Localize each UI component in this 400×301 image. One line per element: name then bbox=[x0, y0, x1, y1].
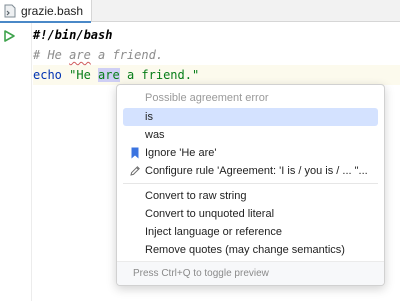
comment-text-rest: a friend. bbox=[90, 48, 164, 62]
suggestion-is[interactable]: is bbox=[123, 108, 378, 126]
configure-rule-label: Configure rule 'Agreement: 'I is / you i… bbox=[145, 165, 368, 177]
suggestion-was[interactable]: was bbox=[123, 126, 378, 144]
selected-error-word[interactable]: are bbox=[98, 68, 120, 82]
action-inject-language[interactable]: Inject language or reference bbox=[123, 223, 378, 241]
configure-rule-item[interactable]: Configure rule 'Agreement: 'I is / you i… bbox=[123, 162, 378, 180]
comment-text: # He bbox=[33, 48, 70, 62]
echo-keyword: echo bbox=[33, 68, 62, 82]
file-icon bbox=[4, 4, 16, 18]
ignore-rule-label: Ignore 'He are' bbox=[145, 147, 217, 159]
run-icon[interactable] bbox=[2, 29, 16, 43]
tab-grazie-bash[interactable]: grazie.bash bbox=[0, 0, 93, 23]
popup-footer-hint: Press Ctrl+Q to toggle preview bbox=[133, 268, 269, 279]
code-line-shebang: #!/bin/bash bbox=[33, 28, 113, 42]
popup-separator bbox=[123, 183, 378, 184]
string-end: a friend." bbox=[119, 68, 200, 82]
intention-actions-popup: Possible agreement error is was Ignore '… bbox=[116, 84, 385, 286]
action-convert-raw-string[interactable]: Convert to raw string bbox=[123, 187, 378, 205]
popup-header: Possible agreement error bbox=[145, 92, 269, 104]
bookmark-icon bbox=[131, 147, 139, 159]
action-remove-quotes[interactable]: Remove quotes (may change semantics) bbox=[123, 241, 378, 259]
action-convert-unquoted-literal[interactable]: Convert to unquoted literal bbox=[123, 205, 378, 223]
editor-gutter bbox=[0, 23, 32, 301]
code-line-comment: # He are a friend. bbox=[33, 45, 163, 65]
code-line-echo: echo "He are a friend." bbox=[33, 65, 199, 85]
pencil-icon bbox=[130, 166, 140, 176]
grammar-error-word[interactable]: are bbox=[69, 48, 91, 62]
ignore-rule-item[interactable]: Ignore 'He are' bbox=[123, 144, 378, 162]
tab-label: grazie.bash bbox=[21, 4, 84, 18]
popup-footer: Press Ctrl+Q to toggle preview bbox=[117, 261, 384, 285]
editor-tab-bar: grazie.bash bbox=[0, 0, 400, 23]
string-start: "He bbox=[69, 68, 99, 82]
